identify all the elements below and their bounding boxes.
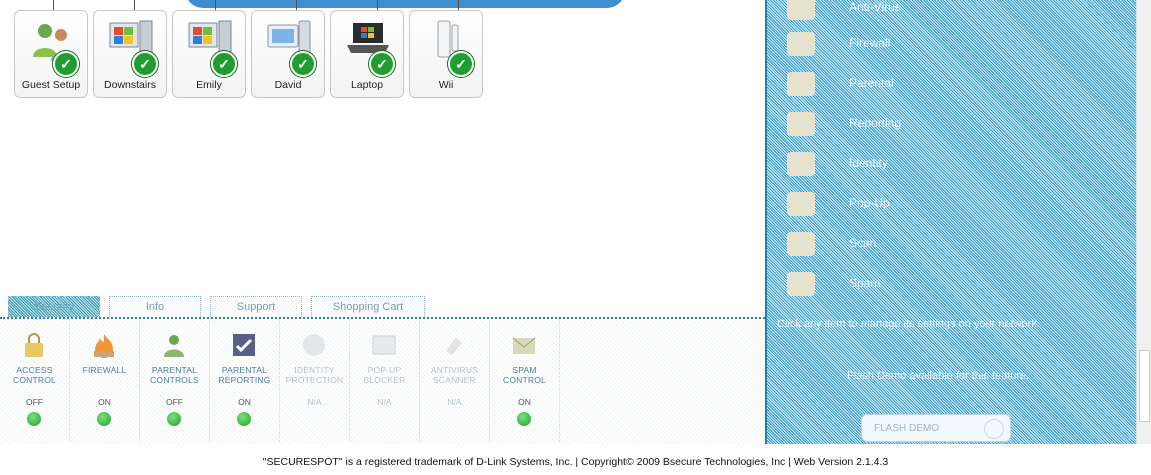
status-check-icon: ✓ <box>53 51 79 77</box>
menu-item-icon <box>787 32 815 56</box>
menu-item-label: Parental <box>849 76 894 90</box>
tab-info[interactable]: Info <box>109 296 201 317</box>
status-check-icon: ✓ <box>132 51 158 77</box>
right-pane: Anti-Virus Firewall Parental Reporting I… <box>765 0 1151 444</box>
device-emily[interactable]: ✓ Emily <box>172 10 246 98</box>
flash-demo-button[interactable]: FLASH DEMO <box>861 414 1011 442</box>
right-menu-item[interactable]: Identity <box>787 150 1087 178</box>
tool-state: N/A <box>447 397 462 407</box>
play-icon <box>984 419 1004 439</box>
spam-icon <box>512 337 536 354</box>
tool-state: ON <box>238 397 251 407</box>
status-check-icon: ✓ <box>211 51 237 77</box>
tool-name: ACCESS CONTROL <box>13 365 56 385</box>
menu-item-label: Identity <box>849 156 888 170</box>
tool-antivirus-scanner[interactable]: ANTIVIRUS SCANNER N/A <box>420 319 490 441</box>
tab-support[interactable]: Support <box>210 296 302 317</box>
tool-state: N/A <box>377 397 392 407</box>
device-list: ✓ Guest Setup ✓ Downstairs ✓ Emily ✓ Dav… <box>14 10 483 98</box>
menu-item-label: Reporting <box>849 116 902 130</box>
antivirus-icon <box>446 337 462 355</box>
device-label: Emily <box>196 79 222 91</box>
right-menu-item[interactable]: Firewall <box>787 30 1087 58</box>
right-description: Click any item to manage its settings on… <box>777 318 1040 330</box>
status-dot <box>517 412 531 426</box>
tab-bar: Security Info Support Shopping Cart <box>8 296 425 317</box>
tool-name: ANTIVIRUS SCANNER <box>430 365 479 385</box>
menu-item-icon <box>787 0 815 20</box>
tool-name: SPAM CONTROL <box>503 365 546 385</box>
right-menu-item[interactable]: Scan <box>787 230 1087 258</box>
tool-parental-controls[interactable]: PARENTAL CONTROLS OFF <box>140 319 210 441</box>
scrollbar-thumb[interactable] <box>1139 350 1150 422</box>
device-label: Laptop <box>350 79 384 91</box>
tool-state: N/A <box>307 397 322 407</box>
tool-spam-control[interactable]: SPAM CONTROL ON <box>490 319 560 441</box>
right-menu-item[interactable]: Pop-Up <box>787 190 1087 218</box>
menu-item-label: Spam <box>849 276 881 290</box>
tool-parental-reporting[interactable]: PARENTAL REPORTING ON <box>210 319 280 441</box>
status-dot <box>167 412 181 426</box>
scrollbar[interactable] <box>1136 0 1151 444</box>
right-menu-item[interactable]: Anti-Virus <box>787 0 1087 22</box>
device-wii[interactable]: ✓ Wii <box>409 10 483 98</box>
tool-firewall[interactable]: FIREWALL ON <box>70 319 140 441</box>
right-menu-item[interactable]: Parental <box>787 70 1087 98</box>
device-label: Guest Setup <box>21 79 81 91</box>
menu-item-label: Anti-Virus <box>849 0 901 14</box>
fire-icon <box>94 334 114 358</box>
tool-state: OFF <box>26 397 43 407</box>
menu-item-icon <box>787 112 815 136</box>
tool-name: POP-UP BLOCKER <box>363 365 406 385</box>
popup-icon <box>372 335 396 355</box>
tool-name: PARENTAL CONTROLS <box>150 365 199 385</box>
device-label: David <box>274 79 302 91</box>
right-note: Flash Demo available for this feature. <box>847 370 1030 382</box>
tool-popup-blocker[interactable]: POP-UP BLOCKER N/A <box>350 319 420 441</box>
menu-item-icon <box>787 232 815 256</box>
tool-name: IDENTITY PROTECTION <box>285 365 344 385</box>
network-banner <box>185 0 625 8</box>
menu-item-label: Firewall <box>849 36 891 50</box>
status-check-icon: ✓ <box>290 51 316 77</box>
tool-state: ON <box>518 397 531 407</box>
device-label: Downstairs <box>104 79 156 91</box>
menu-item-icon <box>787 72 815 96</box>
identity-icon <box>303 334 325 356</box>
device-downstairs[interactable]: ✓ Downstairs <box>93 10 167 98</box>
menu-item-icon <box>787 272 815 296</box>
tab-security[interactable]: Security <box>8 296 100 317</box>
status-dot <box>27 412 41 426</box>
status-check-icon: ✓ <box>448 51 474 77</box>
flash-demo-label: FLASH DEMO <box>874 423 940 434</box>
device-guest-setup[interactable]: ✓ Guest Setup <box>14 10 88 98</box>
tool-identity-protection[interactable]: IDENTITY PROTECTION N/A <box>280 319 350 441</box>
device-david[interactable]: ✓ David <box>251 10 325 98</box>
menu-item-icon <box>787 152 815 176</box>
status-dot <box>97 412 111 426</box>
right-menu-item[interactable]: Spam <box>787 270 1087 298</box>
right-menu-item[interactable]: Reporting <box>787 110 1087 138</box>
lock-icon <box>25 333 43 357</box>
tool-name: PARENTAL REPORTING <box>218 365 271 385</box>
device-label: Wii <box>438 79 454 91</box>
device-laptop[interactable]: ✓ Laptop <box>330 10 404 98</box>
tab-shopping-cart[interactable]: Shopping Cart <box>311 296 425 317</box>
status-check-icon: ✓ <box>369 51 395 77</box>
menu-item-label: Scan <box>849 236 877 250</box>
footer-text: "SECURESPOT" is a registered trademark o… <box>262 456 889 468</box>
menu-item-label: Pop-Up <box>849 196 890 210</box>
security-panel: ACCESS CONTROL OFF FIREWALL ON PARENTAL … <box>0 317 765 444</box>
tool-state: ON <box>98 397 111 407</box>
menu-item-icon <box>787 192 815 216</box>
tool-access-control[interactable]: ACCESS CONTROL OFF <box>0 319 70 441</box>
footer: "SECURESPOT" is a registered trademark o… <box>0 444 1151 475</box>
report-icon <box>233 334 255 356</box>
status-dot <box>237 412 251 426</box>
tool-name: FIREWALL <box>82 365 127 375</box>
parental-icon <box>164 335 184 357</box>
main-area: ✓ Guest Setup ✓ Downstairs ✓ Emily ✓ Dav… <box>0 0 765 444</box>
tool-state: OFF <box>166 397 183 407</box>
